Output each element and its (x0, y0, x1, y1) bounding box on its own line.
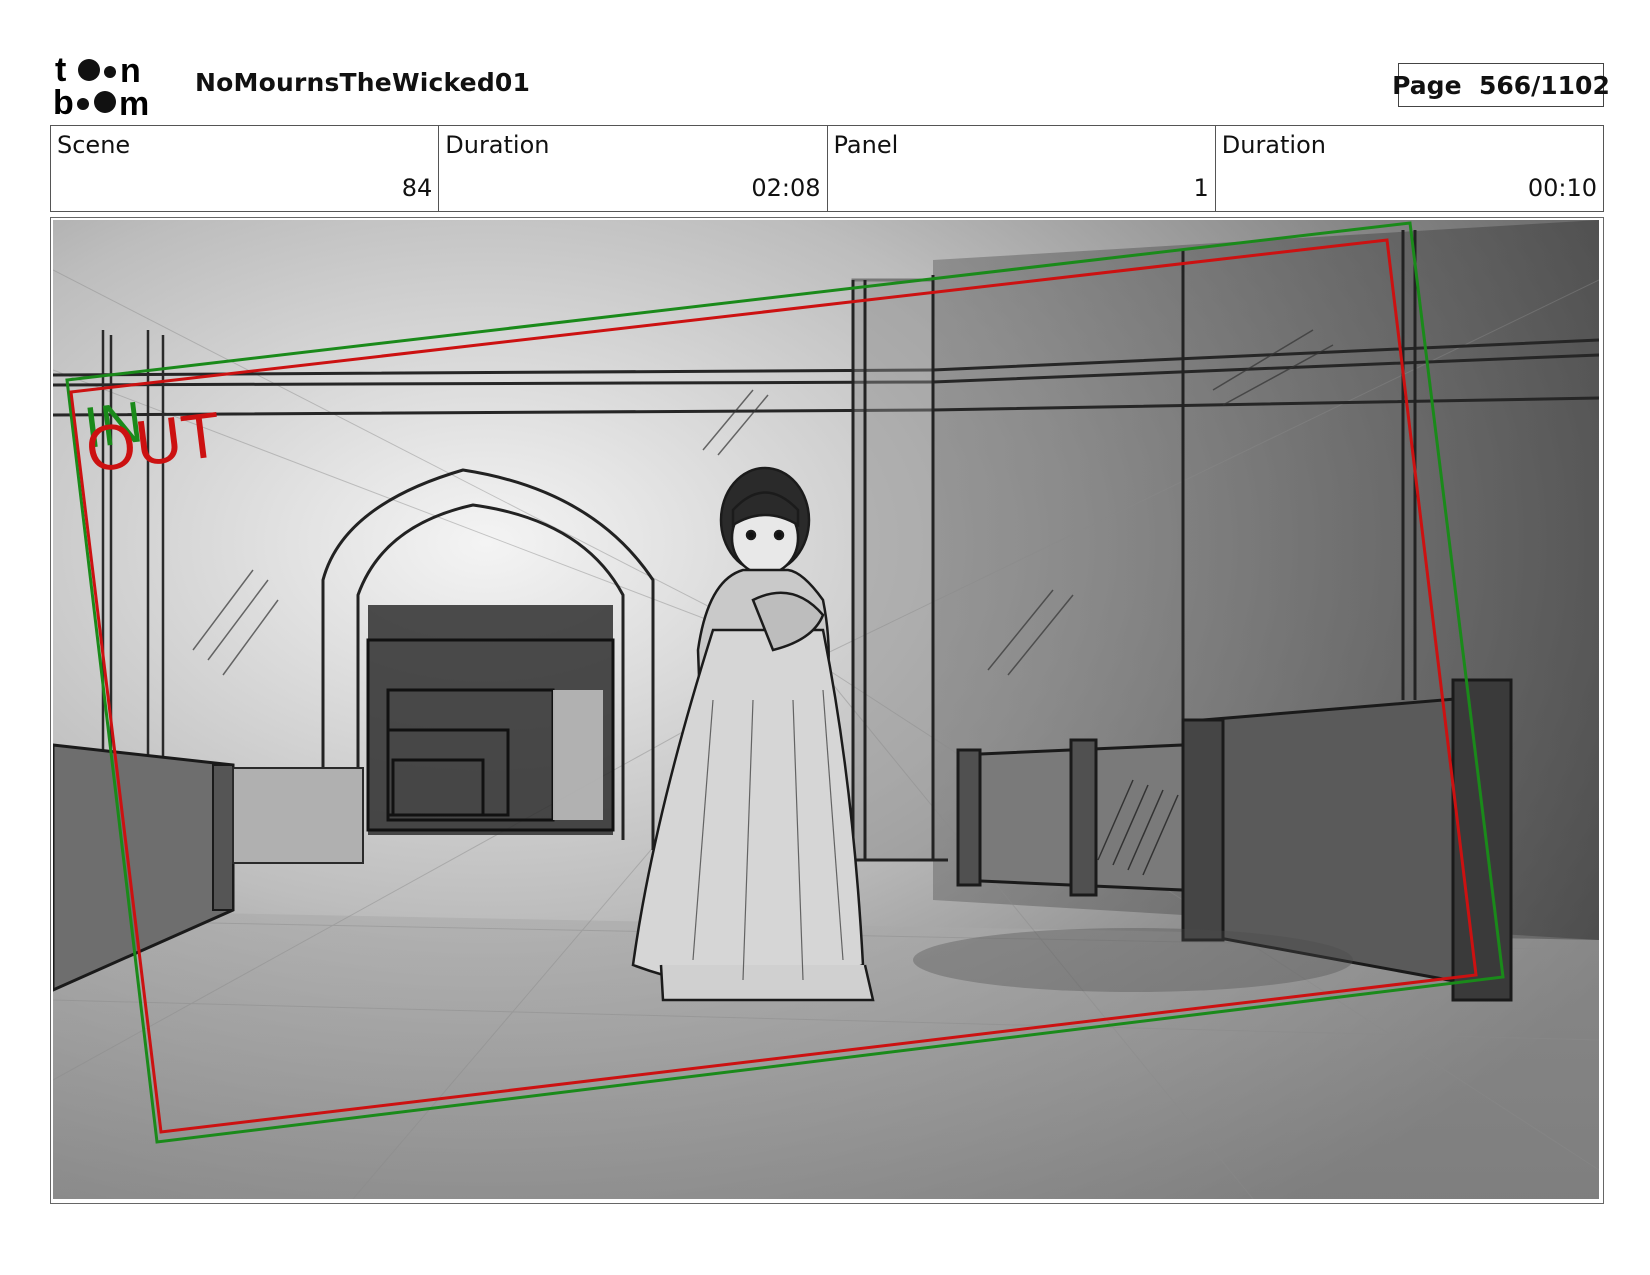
page-indicator: Page 566/1102 (1392, 63, 1610, 107)
toonboom-logo: t n b m (53, 51, 169, 123)
scene-info-table: Scene 84 Duration 02:08 Panel 1 Duration… (50, 125, 1604, 212)
scene-cell: Scene 84 (51, 126, 440, 211)
page-number: 566/1102 (1478, 70, 1610, 100)
panel-label: Panel (833, 131, 899, 159)
scene-value: 84 (401, 174, 433, 202)
panel-duration-cell: Duration 00:10 (1216, 126, 1603, 211)
scene-label: Scene (57, 131, 131, 159)
scene-duration-label: Duration (445, 131, 550, 159)
page-label: Page (1392, 70, 1462, 100)
panel-duration-label: Duration (1221, 131, 1326, 159)
storyboard-panel: IN OUT (50, 217, 1604, 1204)
panel-sketch: IN OUT (53, 220, 1599, 1199)
scene-duration-value: 02:08 (751, 174, 821, 202)
panel-value: 1 (1193, 174, 1209, 202)
svg-text:b: b (53, 84, 74, 118)
panel-duration-value: 00:10 (1527, 174, 1597, 202)
svg-text:m: m (119, 85, 149, 118)
project-title: NoMournsTheWicked01 (195, 68, 531, 97)
panel-cell: Panel 1 (828, 126, 1216, 211)
scene-duration-cell: Duration 02:08 (439, 126, 828, 211)
